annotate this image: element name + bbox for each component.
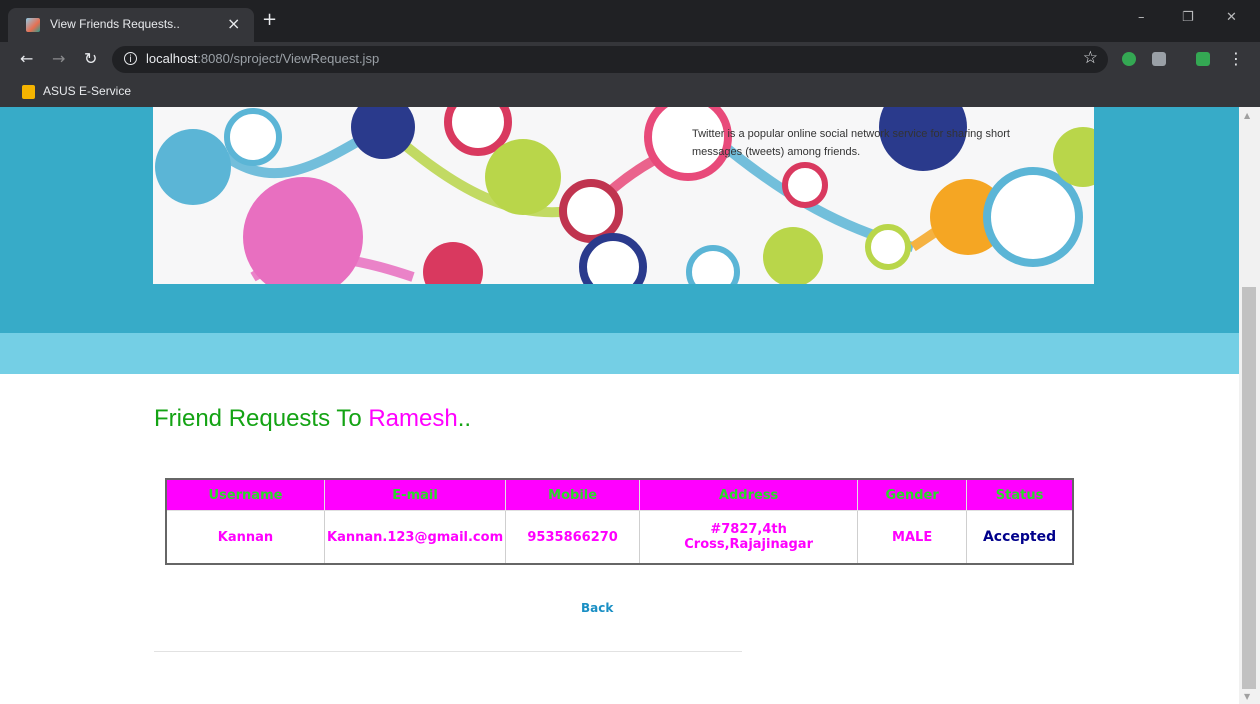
tab-strip: View Friends Requests.. × + – ❐ ✕ [0, 0, 1260, 42]
column-header-address: Address [639, 478, 859, 511]
friend-requests-table: Username E-mail Mobile Address Gender St… [165, 478, 1074, 565]
page-title-suffix: .. [457, 405, 472, 432]
column-header-mobile: Mobile [505, 478, 641, 511]
page-scrollbar[interactable]: ▲ ▼ [1239, 107, 1260, 704]
reload-icon[interactable]: ↻ [84, 49, 97, 69]
minimize-icon[interactable]: – [1138, 10, 1145, 25]
header-banner-image: Twitter is a popular online social netwo… [153, 107, 1094, 284]
bookmark-asus-eservice[interactable]: ASUS E-Service [43, 84, 131, 98]
browser-tab-active[interactable]: View Friends Requests.. × [8, 8, 254, 42]
scrollbar-thumb[interactable] [1242, 287, 1256, 689]
divider [154, 651, 742, 652]
scroll-up-arrow-icon[interactable]: ▲ [1244, 111, 1250, 120]
address-bar[interactable]: i localhost:8080/sproject/ViewRequest.js… [112, 46, 1108, 73]
cell-address: #7827,4th Cross,Rajajinagar [639, 510, 859, 565]
cell-username: Kannan [165, 510, 325, 565]
page-title: Friend Requests To Ramesh.. [154, 405, 471, 433]
cell-gender: MALE [857, 510, 968, 565]
column-header-gender: Gender [857, 478, 968, 511]
user-name: Ramesh [368, 405, 458, 432]
browser-menu-icon[interactable]: ⋮ [1228, 49, 1244, 69]
page-viewport: Twitter is a popular online social netwo… [0, 107, 1239, 704]
column-header-username: Username [165, 478, 325, 511]
url-text: localhost:8080/sproject/ViewRequest.jsp [146, 51, 380, 66]
scroll-down-arrow-icon[interactable]: ▼ [1244, 692, 1250, 701]
site-favicon-icon [26, 18, 40, 32]
window-close-icon[interactable]: ✕ [1226, 10, 1237, 25]
back-link[interactable]: Back [581, 601, 613, 615]
column-header-status: Status [966, 478, 1074, 511]
adblock-extension-icon[interactable] [1122, 52, 1136, 66]
page-title-prefix: Friend Requests To [154, 405, 369, 432]
bookmark-folder-icon [22, 85, 35, 99]
shield-extension-icon[interactable] [1196, 52, 1210, 66]
maximize-icon[interactable]: ❐ [1182, 10, 1194, 25]
column-header-email: E-mail [323, 478, 507, 511]
bookmarks-bar: ASUS E-Service [0, 77, 1260, 107]
new-tab-icon[interactable]: + [262, 10, 277, 30]
browser-toolbar: ← → ↻ i localhost:8080/sproject/ViewRequ… [0, 42, 1260, 77]
tab-title: View Friends Requests.. [50, 17, 180, 31]
table-row: Kannan Kannan.123@gmail.com 9535866270 #… [165, 510, 1074, 565]
drive-extension-icon[interactable] [1152, 52, 1166, 66]
cell-mobile: 9535866270 [505, 510, 641, 565]
cell-email: Kannan.123@gmail.com [323, 510, 507, 565]
header-stripe [0, 333, 1239, 374]
bookmark-star-icon[interactable]: ☆ [1083, 48, 1098, 68]
back-arrow-icon[interactable]: ← [20, 49, 33, 69]
table-header-row: Username E-mail Mobile Address Gender St… [165, 478, 1074, 511]
cell-status: Accepted [966, 510, 1074, 565]
banner-caption: Twitter is a popular online social netwo… [692, 128, 1010, 158]
forward-arrow-icon[interactable]: → [52, 49, 65, 69]
tab-close-icon[interactable]: × [227, 14, 240, 34]
site-info-icon[interactable]: i [124, 52, 137, 65]
